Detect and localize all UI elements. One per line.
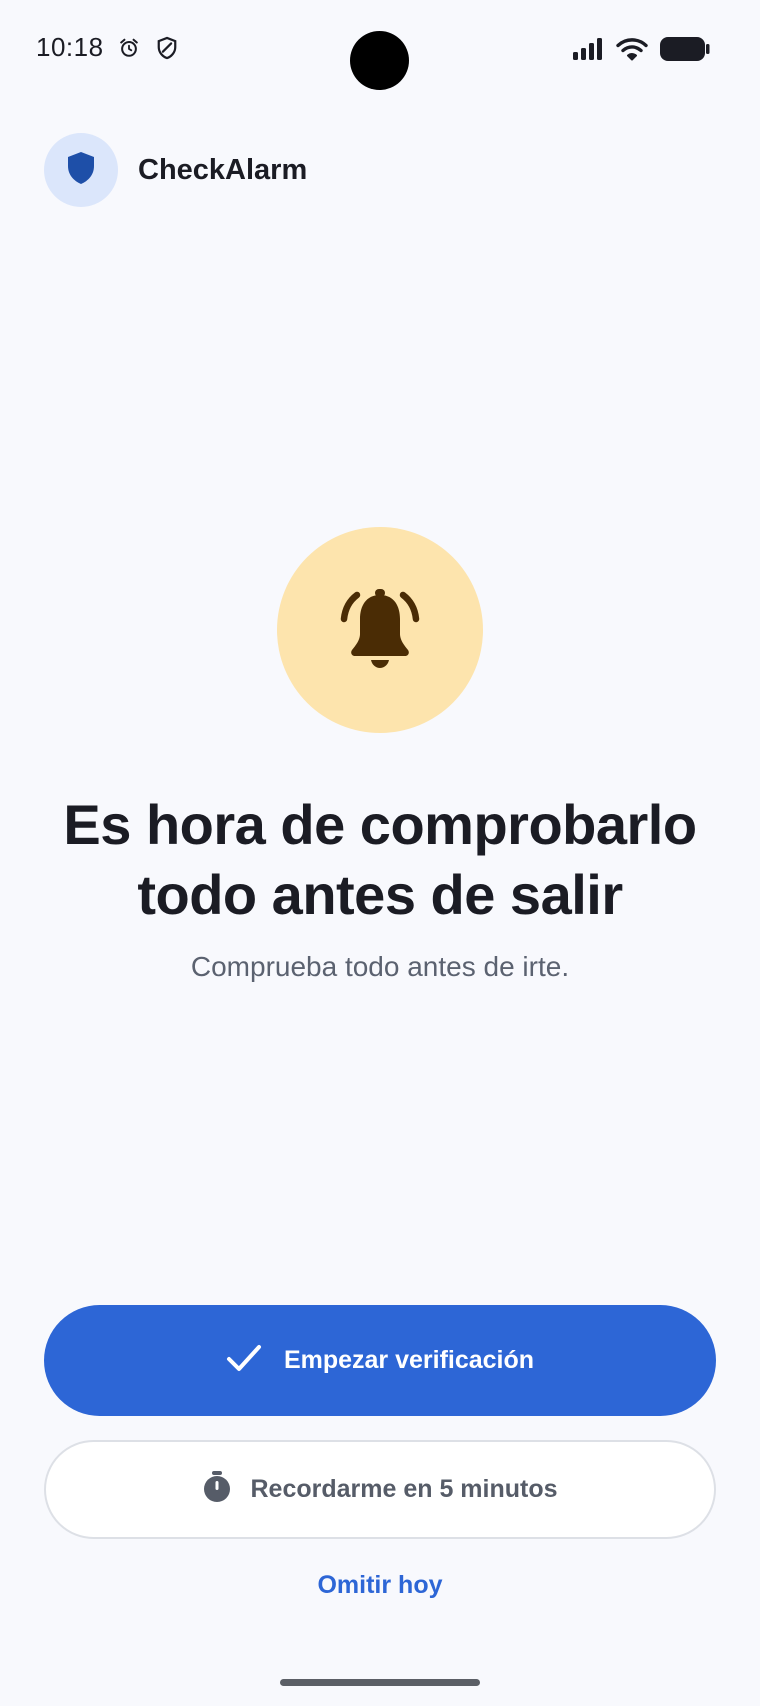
app-logo	[44, 133, 118, 207]
start-verification-label: Empezar verificación	[283, 1346, 535, 1374]
remind-later-label: Recordarme en 5 minutos	[250, 1475, 558, 1503]
check-icon	[226, 1343, 262, 1378]
wifi-icon	[616, 37, 648, 66]
signal-icon	[572, 37, 604, 66]
alarm-subtitle: Comprueba todo antes de irte.	[190, 951, 570, 982]
app-header: CheckAlarm	[44, 133, 307, 207]
skip-today-button[interactable]: Omitir hoy	[280, 1560, 480, 1610]
remind-later-button[interactable]: Recordarme en 5 minutos	[44, 1440, 716, 1539]
status-left-icons	[118, 36, 178, 65]
shield-icon	[67, 151, 95, 190]
timer-icon	[202, 1470, 232, 1509]
shield-status-icon	[156, 36, 178, 65]
battery-icon	[660, 36, 710, 67]
camera-cutout	[350, 31, 409, 90]
start-verification-button[interactable]: Empezar verificación	[44, 1305, 716, 1416]
bell-badge	[277, 527, 483, 733]
status-right-icons	[572, 36, 710, 67]
alarm-icon	[118, 37, 140, 64]
alarm-headline: Es hora de comprobarlo todo antes de sal…	[0, 790, 760, 930]
bell-ringing-icon	[337, 587, 423, 674]
headline-line-2: todo antes de salir	[137, 863, 623, 926]
status-bar: 10:18	[0, 0, 760, 100]
headline-line-1: Es hora de comprobarlo	[63, 793, 697, 856]
home-indicator[interactable]	[280, 1679, 480, 1686]
alarm-screen: 10:18 CheckAlarm Es hora de comprobarlo …	[0, 0, 760, 1706]
status-time: 10:18	[36, 32, 104, 62]
app-name: CheckAlarm	[138, 153, 308, 186]
